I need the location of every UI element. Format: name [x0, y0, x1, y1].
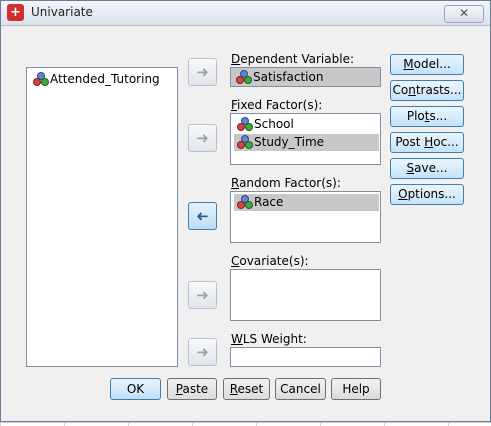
save-button[interactable]: Save... [390, 158, 464, 179]
move-to-dependent-button[interactable]: ➜ [188, 58, 217, 86]
random-factors-label: Random Factor(s): [231, 176, 341, 190]
cancel-button[interactable]: Cancel [275, 378, 326, 400]
move-to-wls-weight-button[interactable]: ➜ [188, 338, 217, 366]
wls-weight-field[interactable] [230, 347, 381, 367]
fixed-factors-list[interactable]: School Study_Time [230, 113, 381, 165]
variable-nominal-icon [237, 135, 253, 150]
list-item-label: Race [254, 195, 284, 209]
univariate-app-icon: + [7, 4, 24, 21]
source-variable-list[interactable]: Attended_Tutoring [26, 67, 178, 367]
arrow-right-icon: ➜ [196, 286, 209, 304]
close-icon: ✕ [458, 6, 470, 20]
list-item-label: Attended_Tutoring [50, 72, 160, 86]
wls-weight-label: WLS Weight: [231, 332, 307, 346]
reset-button[interactable]: Reset [223, 378, 270, 400]
dependent-variable-field[interactable]: Satisfaction [230, 67, 381, 87]
contrasts-button[interactable]: Contrasts... [390, 80, 464, 101]
variable-scale-icon [236, 70, 252, 85]
univariate-dialog: + Univariate ✕ Attended_Tutoring ➜ ➜ ➜ ➜… [0, 0, 491, 422]
window-title: Univariate [31, 5, 93, 19]
variable-nominal-icon [237, 195, 253, 210]
ok-button[interactable]: OK [110, 378, 161, 400]
arrow-left-icon: ➜ [196, 207, 209, 225]
list-item-school[interactable]: School [234, 116, 298, 133]
variable-nominal-icon [33, 72, 49, 87]
help-button[interactable]: Help [331, 378, 381, 400]
list-item-race[interactable]: Race [234, 194, 379, 211]
options-button[interactable]: Options... [390, 184, 464, 205]
arrow-right-icon: ➜ [196, 343, 209, 361]
plots-button[interactable]: Plots... [390, 106, 464, 127]
list-item-attended-tutoring[interactable]: Attended_Tutoring [30, 71, 164, 88]
fixed-factors-label: Fixed Factor(s): [231, 98, 323, 112]
list-item-label: Study_Time [254, 135, 325, 149]
dependent-variable-value: Satisfaction [253, 70, 324, 84]
random-factors-list[interactable]: Race [230, 191, 381, 243]
move-from-random-factors-button[interactable]: ➜ [188, 202, 217, 230]
title-bar[interactable]: + Univariate ✕ [1, 1, 490, 26]
arrow-right-icon: ➜ [196, 129, 209, 147]
covariates-label: Covariate(s): [231, 254, 309, 268]
arrow-right-icon: ➜ [196, 63, 209, 81]
paste-button[interactable]: Paste [167, 378, 217, 400]
close-button[interactable]: ✕ [444, 5, 484, 23]
model-button[interactable]: Model... [390, 54, 464, 75]
post-hoc-button[interactable]: Post Hoc... [390, 132, 464, 153]
list-item-label: School [254, 117, 294, 131]
list-item-study-time[interactable]: Study_Time [234, 134, 379, 151]
move-to-fixed-factors-button[interactable]: ➜ [188, 124, 217, 152]
move-to-covariates-button[interactable]: ➜ [188, 281, 217, 309]
covariates-list[interactable] [230, 269, 381, 321]
dependent-variable-label: Dependent Variable: [231, 52, 354, 66]
variable-nominal-icon [237, 117, 253, 132]
dependent-variable-item[interactable]: Satisfaction [233, 69, 327, 86]
